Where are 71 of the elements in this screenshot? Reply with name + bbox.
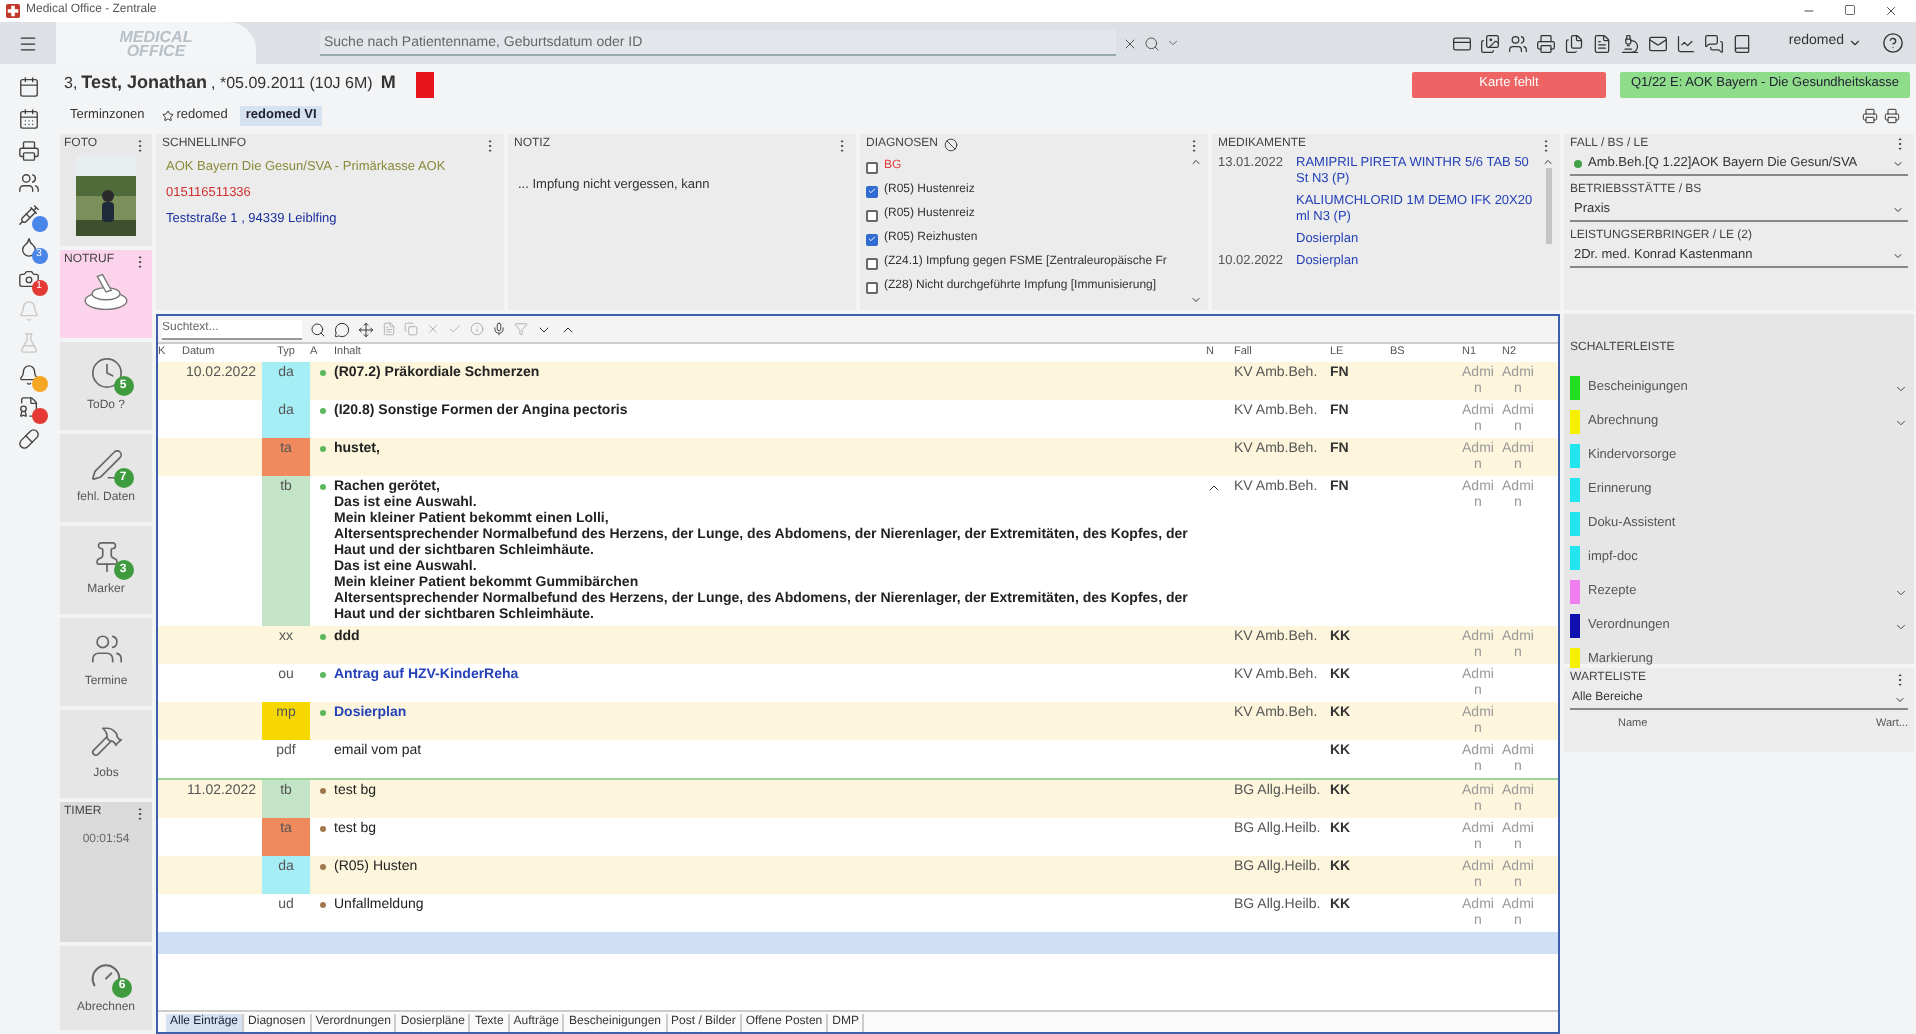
caret-icon: [1848, 36, 1862, 50]
certificate-icon[interactable]: [17, 396, 39, 418]
people-icon[interactable]: [1508, 33, 1529, 53]
scroll-down-icon[interactable]: [1190, 294, 1202, 306]
hammer-icon: [89, 724, 123, 758]
logo-text: OFFICE: [126, 43, 186, 57]
mail-icon[interactable]: [1648, 33, 1669, 53]
checkbox[interactable]: [866, 161, 878, 173]
syringe-icon[interactable]: [17, 204, 39, 226]
documents-icon[interactable]: [1564, 33, 1585, 53]
people-icon[interactable]: [17, 172, 39, 194]
search-icon[interactable]: [1144, 35, 1160, 51]
chat-icon[interactable]: [334, 321, 350, 337]
checkbox[interactable]: [866, 257, 878, 269]
calendar-icon[interactable]: [17, 76, 39, 98]
help-icon[interactable]: [1882, 32, 1904, 54]
patient-details: , *05.09.2011 (10J 6M): [211, 72, 373, 96]
checkbox[interactable]: [866, 281, 878, 293]
caret-icon: [1892, 250, 1904, 262]
move-icon[interactable]: [358, 321, 374, 337]
images-icon[interactable]: [1480, 33, 1501, 53]
logo-text: MEDICAL: [119, 29, 193, 43]
caret-icon: [1892, 204, 1904, 216]
caret-icon[interactable]: [1166, 36, 1180, 50]
printer-icon[interactable]: [1862, 108, 1878, 124]
patient-number: 3,: [64, 72, 78, 96]
printer-icon[interactable]: [1884, 108, 1900, 124]
chat-icon[interactable]: [1704, 33, 1725, 53]
alarm-button-drawing: [80, 272, 132, 312]
bell-icon[interactable]: [17, 364, 39, 386]
caret-icon: [1894, 693, 1906, 705]
clock-icon: [89, 356, 123, 390]
blocked-icon[interactable]: [944, 138, 959, 152]
camera-icon[interactable]: [17, 268, 39, 290]
caret-icon: [1892, 158, 1904, 170]
printer-icon[interactable]: [17, 140, 39, 162]
maximize-icon[interactable]: [1844, 4, 1856, 16]
caret-icon[interactable]: [1894, 585, 1908, 599]
search-icon[interactable]: [310, 321, 326, 337]
microphone-icon[interactable]: [492, 322, 506, 336]
patient-name: Test, Jonathan: [81, 70, 208, 97]
checkbox[interactable]: [866, 209, 878, 221]
check-icon: [868, 186, 876, 196]
scroll-up-icon[interactable]: [1190, 156, 1202, 168]
patient-sex: M: [380, 70, 396, 97]
star-icon: [162, 110, 175, 122]
pen-icon: [89, 448, 123, 482]
people-icon: [89, 632, 123, 666]
scrollbar-thumb[interactable]: [1545, 168, 1551, 244]
chart-icon[interactable]: [1676, 33, 1697, 53]
check-icon: [868, 234, 876, 244]
checkbox[interactable]: [866, 185, 878, 197]
clear-icon[interactable]: [1122, 35, 1138, 51]
caret-icon[interactable]: [1894, 381, 1908, 395]
scroll-up-icon[interactable]: [1542, 156, 1554, 168]
checkbox[interactable]: [866, 233, 878, 245]
gauge-icon: [90, 959, 122, 991]
caret-icon[interactable]: [1894, 619, 1908, 633]
caret-icon[interactable]: [1894, 415, 1908, 429]
collapse-icon[interactable]: [1206, 480, 1222, 496]
book-icon[interactable]: [1732, 33, 1753, 53]
card-icon[interactable]: [1452, 33, 1473, 53]
document-icon[interactable]: [1592, 33, 1613, 53]
check-icon[interactable]: [448, 322, 462, 336]
pill-icon[interactable]: [17, 428, 39, 450]
printer-icon[interactable]: [1536, 33, 1557, 53]
calendar-icon[interactable]: [17, 108, 39, 130]
drop-icon[interactable]: [17, 236, 39, 258]
close-icon[interactable]: [1884, 4, 1898, 18]
menu-icon[interactable]: [18, 33, 38, 53]
microscope-icon[interactable]: [1620, 33, 1641, 53]
